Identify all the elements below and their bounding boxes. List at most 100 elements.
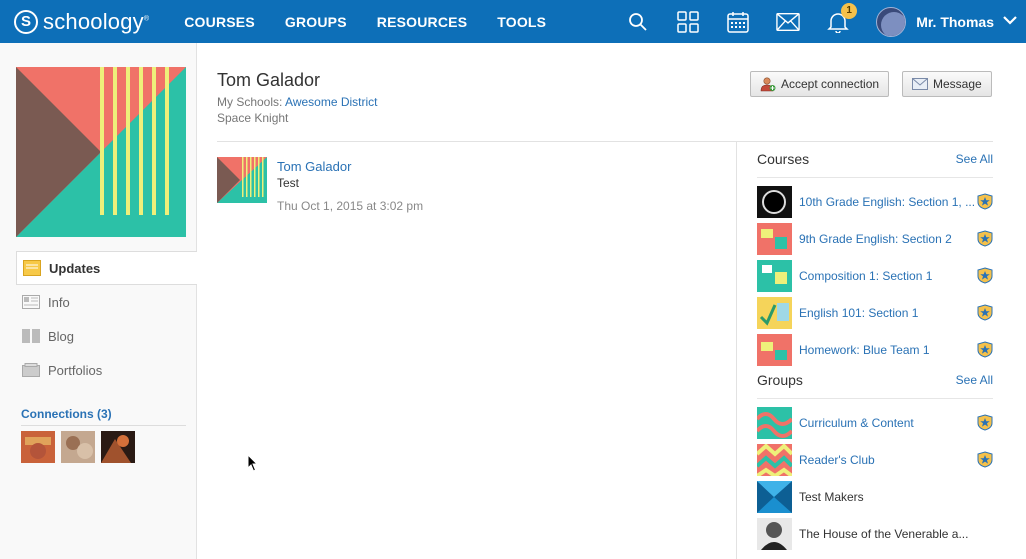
column-divider: [736, 142, 737, 559]
accept-connection-button[interactable]: Accept connection: [750, 71, 890, 97]
side-nav-portfolios[interactable]: Portfolios: [16, 353, 197, 387]
user-avatar[interactable]: [876, 6, 907, 37]
courses-header: Courses See All: [757, 151, 993, 178]
side-nav-blog-label: Blog: [48, 328, 75, 344]
course-item[interactable]: 10th Grade English: Section 1, ...: [757, 183, 993, 220]
search-icon[interactable]: [626, 10, 650, 34]
logo-text: schoology: [43, 8, 144, 34]
notifications-icon[interactable]: 1: [826, 2, 858, 34]
badge-icon: [977, 414, 993, 431]
groups-header: Groups See All: [757, 372, 993, 399]
profile-side-nav: Updates Info Blog Portfolios: [16, 251, 197, 387]
nav-resources[interactable]: RESOURCES: [377, 14, 467, 30]
side-nav-updates-label: Updates: [49, 260, 101, 276]
course-thumbnail: [757, 185, 792, 218]
mouse-pointer-icon: [247, 453, 259, 477]
apps-grid-icon[interactable]: [676, 10, 700, 34]
updates-icon: [23, 260, 41, 276]
profile-picture: [16, 67, 186, 237]
course-label: English 101: Section 1: [799, 305, 919, 320]
course-item[interactable]: 9th Grade English: Section 2: [757, 220, 993, 257]
courses-see-all-link[interactable]: See All: [956, 152, 993, 166]
nav-tools[interactable]: TOOLS: [497, 14, 546, 30]
group-item[interactable]: Test Makers: [757, 478, 993, 515]
profile-role: Space Knight: [217, 111, 289, 125]
feed-author-avatar[interactable]: [217, 157, 267, 203]
notification-count-badge: 1: [841, 2, 858, 19]
group-thumbnail: [757, 443, 792, 476]
messages-icon[interactable]: [776, 10, 800, 34]
schools-label: My Schools:: [217, 95, 283, 109]
message-label: Message: [933, 77, 982, 91]
right-sidebar: Courses See All 10th Grade English: Sect…: [757, 151, 993, 552]
badge-icon: [977, 341, 993, 358]
course-item[interactable]: English 101: Section 1: [757, 294, 993, 331]
group-label: Test Makers: [799, 489, 864, 504]
school-line: My Schools: Awesome District: [217, 95, 378, 109]
logo-trademark: ®: [143, 15, 150, 23]
nav-groups[interactable]: GROUPS: [285, 14, 347, 30]
group-item[interactable]: Curriculum & Content: [757, 404, 993, 441]
side-nav-blog[interactable]: Blog: [16, 319, 197, 353]
badge-icon: [977, 230, 993, 247]
course-thumbnail: [757, 259, 792, 292]
course-thumbnail: [757, 333, 792, 366]
chevron-down-icon[interactable]: [1002, 13, 1018, 31]
side-nav-updates[interactable]: Updates: [16, 251, 197, 285]
course-label: Composition 1: Section 1: [799, 268, 933, 283]
top-nav: S schoology® COURSES GROUPS RESOURCES TO…: [0, 0, 1026, 43]
course-item[interactable]: Composition 1: Section 1: [757, 257, 993, 294]
group-label: The House of the Venerable a...: [799, 526, 969, 541]
profile-name: Tom Galador: [217, 70, 321, 90]
accept-connection-label: Accept connection: [781, 77, 880, 91]
profile-sidebar: Updates Info Blog Portfolios Connections…: [0, 43, 197, 559]
course-item[interactable]: Homework: Blue Team 1: [757, 331, 993, 368]
groups-see-all-link[interactable]: See All: [956, 373, 993, 387]
course-thumbnail: [757, 296, 792, 329]
group-item[interactable]: Reader's Club: [757, 441, 993, 478]
side-nav-portfolios-label: Portfolios: [48, 362, 103, 378]
group-item[interactable]: The House of the Venerable a...: [757, 515, 993, 552]
envelope-icon: [912, 78, 928, 90]
groups-title: Groups: [757, 372, 803, 388]
feed-text: Test: [277, 176, 300, 190]
user-name[interactable]: Mr. Thomas: [916, 14, 994, 30]
feed-timestamp: Thu Oct 1, 2015 at 3:02 pm: [277, 199, 424, 213]
badge-icon: [977, 193, 993, 210]
group-label: Curriculum & Content: [799, 415, 914, 430]
group-thumbnail: [757, 517, 792, 550]
connections-title[interactable]: Connections (3): [21, 407, 186, 426]
portfolio-icon: [22, 362, 40, 378]
groups-section: Groups See All Curriculum & Content Read…: [757, 372, 993, 552]
message-button[interactable]: Message: [902, 71, 992, 97]
logo-mark: S: [14, 9, 38, 34]
profile-main: Tom Galador My Schools: Awesome District…: [197, 43, 1026, 559]
feed-update: Tom Galador Test Thu Oct 1, 2015 at 3:02…: [217, 157, 717, 217]
group-label: Reader's Club: [799, 452, 875, 467]
course-thumbnail: [757, 222, 792, 255]
course-label: 10th Grade English: Section 1, ...: [799, 194, 976, 209]
course-label: Homework: Blue Team 1: [799, 342, 930, 357]
badge-icon: [977, 451, 993, 468]
add-user-icon: [760, 76, 776, 92]
courses-title: Courses: [757, 151, 810, 167]
side-nav-info[interactable]: Info: [16, 285, 197, 319]
school-link[interactable]: Awesome District: [285, 95, 377, 109]
connection-avatar[interactable]: [21, 431, 55, 463]
badge-icon: [977, 304, 993, 321]
calendar-icon[interactable]: [726, 10, 750, 34]
connection-avatar[interactable]: [61, 431, 95, 463]
feed-author-link[interactable]: Tom Galador: [277, 159, 351, 174]
connection-avatar[interactable]: [101, 431, 135, 463]
header-divider: [217, 141, 993, 142]
info-icon: [22, 294, 40, 310]
side-nav-info-label: Info: [48, 294, 70, 310]
badge-icon: [977, 267, 993, 284]
nav-courses[interactable]: COURSES: [184, 14, 255, 30]
quote-icon: [22, 328, 40, 344]
schoology-logo[interactable]: S schoology®: [14, 0, 149, 43]
course-label: 9th Grade English: Section 2: [799, 231, 952, 246]
group-thumbnail: [757, 480, 792, 513]
group-thumbnail: [757, 406, 792, 439]
connections-section: Connections (3): [21, 407, 186, 463]
